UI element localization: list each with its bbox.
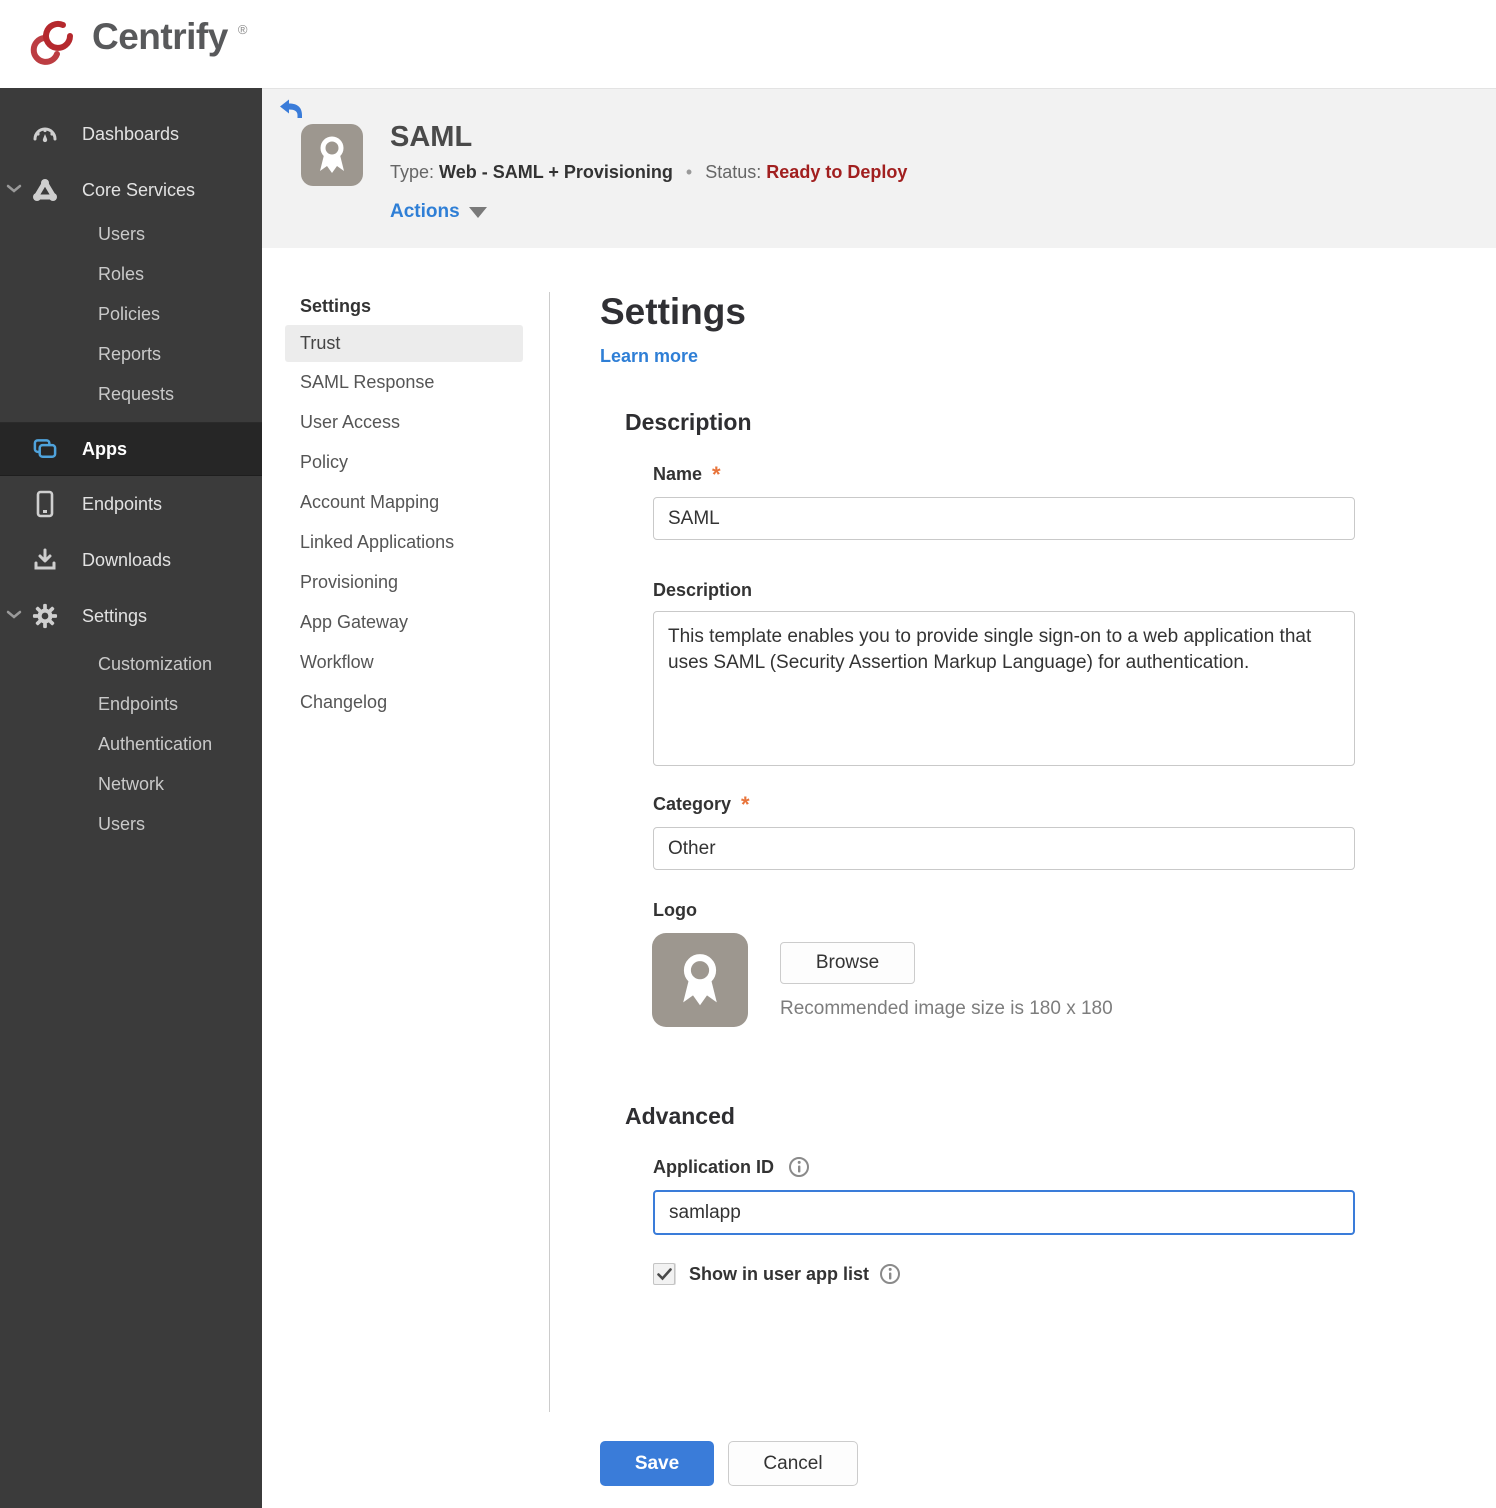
type-label: Type: — [390, 162, 435, 182]
info-icon[interactable] — [879, 1263, 901, 1285]
gauge-icon — [32, 122, 58, 146]
category-label: Category * — [653, 791, 750, 817]
subnav-header: Settings — [300, 296, 372, 316]
subnav-item-linked-applications[interactable]: Linked Applications — [262, 522, 549, 562]
settings-form: Settings Learn more Description Name * D… — [600, 290, 1360, 1285]
sidebar-item-settings[interactable]: Settings — [0, 588, 262, 644]
app-title: SAML — [390, 121, 473, 153]
centrify-logo: Centrify ® — [30, 16, 247, 73]
subnav-item-policy[interactable]: Policy — [262, 442, 549, 482]
chevron-down-icon[interactable] — [6, 607, 22, 625]
info-icon[interactable] — [788, 1156, 810, 1178]
required-asterisk: * — [712, 461, 721, 487]
subnav-item-trust[interactable]: Trust — [285, 325, 523, 362]
show-in-user-app-list-label: Show in user app list — [689, 1263, 901, 1285]
sidebar-item-reports[interactable]: Reports — [0, 334, 262, 374]
meta-separator: • — [685, 162, 693, 182]
caret-down-icon — [468, 206, 487, 218]
logo-preview — [652, 933, 748, 1027]
sidebar-item-network[interactable]: Network — [0, 764, 262, 804]
logo-size-hint: Recommended image size is 180 x 180 — [780, 998, 1113, 1019]
subnav-item-user-access[interactable]: User Access — [262, 402, 549, 442]
download-icon — [32, 547, 58, 573]
application-id-input[interactable] — [653, 1190, 1355, 1235]
status-badge: Ready to Deploy — [766, 162, 908, 182]
sidebar-item-settings-users[interactable]: Users — [0, 804, 262, 844]
centrify-swirl-icon — [30, 16, 82, 73]
application-id-label: Application ID — [653, 1156, 1360, 1178]
mobile-device-icon — [32, 490, 58, 518]
status-label: Status: — [705, 162, 762, 182]
type-value: Web - SAML + Provisioning — [439, 162, 673, 182]
sidebar-item-users[interactable]: Users — [0, 214, 262, 254]
sidebar-item-endpoints[interactable]: Endpoints — [0, 476, 262, 532]
logo-label: Logo — [653, 900, 697, 920]
sidebar-item-roles[interactable]: Roles — [0, 254, 262, 294]
sidebar-item-dashboards[interactable]: Dashboards — [0, 110, 262, 158]
sidebar-item-downloads[interactable]: Downloads — [0, 532, 262, 588]
description-label: Description — [653, 580, 753, 600]
sidebar-item-policies[interactable]: Policies — [0, 294, 262, 334]
advanced-section-heading: Advanced — [625, 1103, 735, 1129]
settings-subnav: Settings Trust SAML Response User Access… — [262, 248, 549, 722]
app-meta: Type: Web - SAML + Provisioning • Status… — [390, 162, 907, 183]
subnav-item-provisioning[interactable]: Provisioning — [262, 562, 549, 602]
sidebar-item-apps[interactable]: Apps — [0, 422, 262, 476]
app-logo — [301, 124, 363, 186]
name-input[interactable] — [653, 497, 1355, 540]
gear-icon — [32, 602, 58, 630]
sidebar-item-customization[interactable]: Customization — [0, 644, 262, 684]
save-button[interactable]: Save — [600, 1441, 714, 1486]
name-label: Name * — [653, 461, 721, 487]
sidebar-item-requests[interactable]: Requests — [0, 374, 262, 414]
chevron-down-icon[interactable] — [6, 181, 22, 199]
top-header: Centrify ® — [0, 0, 1496, 88]
description-section-heading: Description — [625, 409, 752, 435]
vertical-divider — [549, 292, 550, 1412]
sidebar-item-authentication[interactable]: Authentication — [0, 724, 262, 764]
required-asterisk: * — [741, 791, 750, 817]
description-textarea[interactable]: This template enables you to provide sin… — [653, 611, 1355, 766]
core-services-icon — [32, 178, 58, 202]
sidebar-item-core-services[interactable]: Core Services — [0, 166, 262, 214]
cancel-button[interactable]: Cancel — [728, 1441, 858, 1486]
apps-icon — [32, 437, 58, 461]
browse-button[interactable]: Browse — [780, 942, 915, 984]
page-title: Settings — [600, 291, 746, 332]
learn-more-link[interactable]: Learn more — [600, 346, 698, 367]
category-input[interactable] — [653, 827, 1355, 870]
subnav-item-account-mapping[interactable]: Account Mapping — [262, 482, 549, 522]
back-arrow-icon[interactable] — [278, 98, 304, 125]
brand-name: Centrify — [92, 15, 228, 57]
subnav-item-changelog[interactable]: Changelog — [262, 682, 549, 722]
app-header-band: SAML Type: Web - SAML + Provisioning • S… — [262, 88, 1496, 248]
actions-dropdown[interactable]: Actions — [390, 201, 487, 223]
registered-mark: ® — [237, 21, 248, 37]
subnav-item-workflow[interactable]: Workflow — [262, 642, 549, 682]
sidebar: Dashboards Core Services Users Roles Pol… — [0, 88, 262, 1508]
subnav-item-app-gateway[interactable]: App Gateway — [262, 602, 549, 642]
show-in-user-app-list-checkbox[interactable] — [653, 1263, 675, 1285]
subnav-item-saml-response[interactable]: SAML Response — [262, 362, 549, 402]
sidebar-item-settings-endpoints[interactable]: Endpoints — [0, 684, 262, 724]
